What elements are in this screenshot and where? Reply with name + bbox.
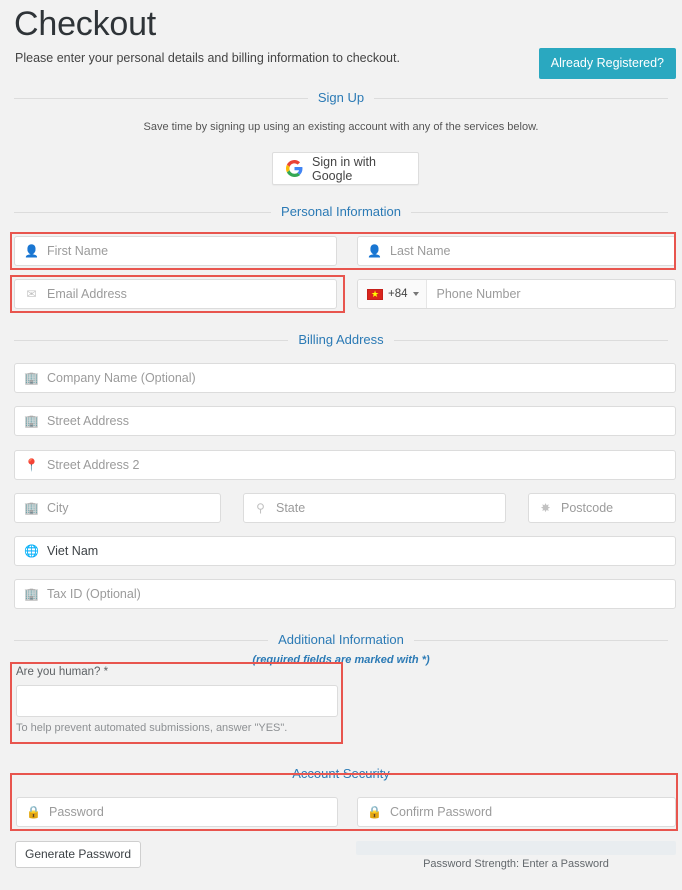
street-address-input[interactable]: 🏢 Street Address bbox=[14, 406, 676, 436]
phone-placeholder: Phone Number bbox=[436, 287, 521, 301]
country-select[interactable]: 🌐 Viet Nam bbox=[14, 536, 676, 566]
password-strength-text: Password Strength: Enter a Password bbox=[423, 858, 609, 870]
globe-icon: 🌐 bbox=[24, 544, 39, 558]
tax-id-input[interactable]: 🏢 Tax ID (Optional) bbox=[14, 579, 676, 609]
google-icon bbox=[286, 160, 303, 177]
city-input[interactable]: 🏢 City bbox=[14, 493, 221, 523]
divider-right bbox=[413, 639, 668, 641]
sign-in-with-google-button[interactable]: Sign in with Google bbox=[272, 152, 419, 185]
user-icon: 👤 bbox=[24, 244, 39, 258]
last-name-input[interactable]: 👤 Last Name bbox=[357, 236, 676, 266]
divider-right bbox=[393, 339, 668, 341]
divider-right bbox=[410, 211, 669, 213]
user-icon: 👤 bbox=[367, 244, 382, 258]
password-strength-meter bbox=[356, 841, 676, 855]
generate-password-button[interactable]: Generate Password bbox=[15, 841, 142, 868]
first-name-input[interactable]: 👤 First Name bbox=[14, 236, 337, 266]
divider-left bbox=[14, 339, 289, 341]
company-name-placeholder: Company Name (Optional) bbox=[47, 370, 196, 385]
street-address-2-placeholder: Street Address 2 bbox=[47, 457, 140, 472]
first-name-placeholder: First Name bbox=[47, 243, 109, 258]
section-label: Personal Information bbox=[281, 204, 401, 219]
confirm-password-input[interactable]: 🔒 Confirm Password bbox=[357, 797, 676, 827]
signup-note: Save time by signing up using an existin… bbox=[143, 121, 539, 133]
building-icon: 🏢 bbox=[24, 371, 39, 385]
section-heading-personal-information: Personal Information bbox=[14, 204, 669, 219]
company-name-input[interactable]: 🏢 Company Name (Optional) bbox=[14, 363, 676, 393]
certificate-icon: ✸ bbox=[540, 501, 551, 515]
confirm-password-placeholder: Confirm Password bbox=[390, 804, 493, 819]
are-you-human-label: Are you human? * bbox=[16, 666, 109, 678]
building-icon: 🏢 bbox=[24, 414, 39, 428]
required-fields-note: (required fields are marked with *) bbox=[252, 654, 430, 666]
section-heading-signup: Sign Up bbox=[14, 91, 668, 105]
section-heading-billing-address: Billing Address bbox=[14, 333, 668, 347]
country-value: Viet Nam bbox=[47, 543, 99, 558]
password-input[interactable]: 🔒 Password bbox=[16, 797, 338, 827]
street-address-2-input[interactable]: 📍 Street Address 2 bbox=[14, 450, 676, 480]
lock-icon: 🔒 bbox=[367, 805, 382, 819]
street-address-placeholder: Street Address bbox=[47, 413, 129, 428]
state-placeholder: State bbox=[276, 500, 306, 515]
divider-left bbox=[14, 97, 308, 99]
page-subtitle: Please enter your personal details and b… bbox=[15, 51, 400, 65]
password-placeholder: Password bbox=[49, 804, 104, 819]
divider-left bbox=[14, 773, 283, 775]
divider-right bbox=[374, 97, 668, 99]
phone-number-input[interactable]: ★ +84 Phone Number bbox=[357, 279, 676, 309]
section-heading-additional-information: Additional Information bbox=[14, 633, 668, 647]
postcode-placeholder: Postcode bbox=[561, 500, 614, 515]
tax-id-placeholder: Tax ID (Optional) bbox=[47, 586, 141, 601]
email-placeholder: Email Address bbox=[47, 286, 127, 301]
section-label: Billing Address bbox=[298, 332, 384, 347]
postcode-input[interactable]: ✸ Postcode bbox=[528, 493, 676, 523]
section-heading-account-security: Account Security bbox=[14, 766, 669, 781]
checkout-page: Checkout Please enter your personal deta… bbox=[0, 0, 682, 890]
envelope-icon: ✉ bbox=[26, 287, 37, 301]
email-address-input[interactable]: ✉ Email Address bbox=[14, 279, 337, 309]
map-marker-icon: 📍 bbox=[24, 458, 39, 472]
are-you-human-input[interactable] bbox=[16, 685, 338, 717]
vietnam-flag-icon: ★ bbox=[367, 288, 383, 300]
section-label: Sign Up bbox=[317, 90, 365, 105]
state-input[interactable]: ⚲ State bbox=[243, 493, 506, 523]
country-code-selector[interactable]: ★ +84 bbox=[358, 280, 427, 308]
chevron-down-icon bbox=[412, 292, 419, 296]
lock-icon: 🔒 bbox=[26, 805, 41, 819]
section-label: Additional Information bbox=[278, 632, 404, 647]
divider-left bbox=[14, 211, 272, 213]
building-icon: 🏢 bbox=[24, 501, 39, 515]
city-placeholder: City bbox=[47, 500, 69, 515]
building-icon: 🏢 bbox=[24, 587, 39, 601]
section-label: Account Security bbox=[292, 766, 390, 781]
country-code-value: +84 bbox=[388, 288, 408, 300]
are-you-human-help-text: To help prevent automated submissions, a… bbox=[16, 722, 288, 734]
last-name-placeholder: Last Name bbox=[390, 243, 451, 258]
map-signs-icon: ⚲ bbox=[256, 501, 265, 515]
google-button-label: Sign in with Google bbox=[312, 154, 376, 183]
divider-left bbox=[14, 639, 269, 641]
divider-right bbox=[399, 773, 669, 775]
page-title: Checkout bbox=[14, 5, 157, 43]
already-registered-button[interactable]: Already Registered? bbox=[538, 48, 676, 79]
